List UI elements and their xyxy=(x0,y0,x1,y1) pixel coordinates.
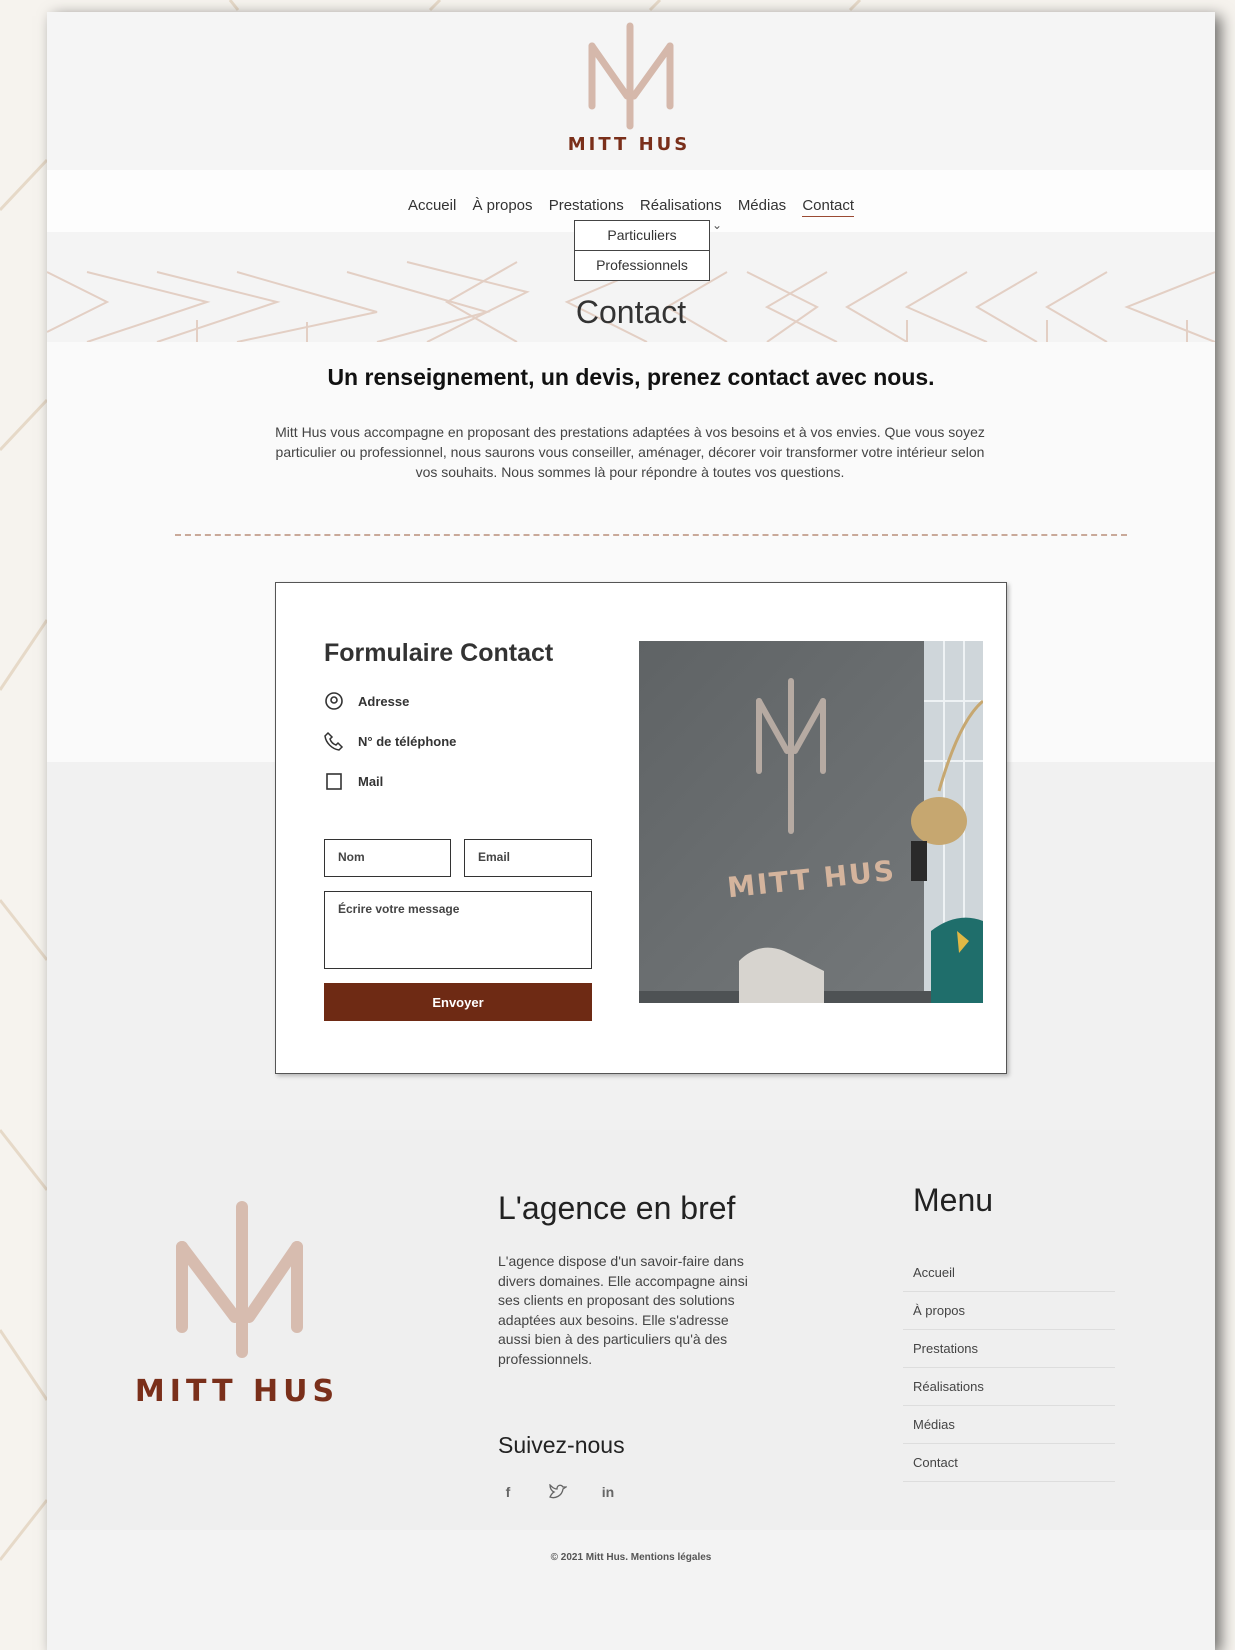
address-row: Adresse xyxy=(324,691,409,711)
logo-name[interactable]: MITT HUS xyxy=(519,134,739,155)
page-title: Contact xyxy=(575,294,687,330)
footer-menu-item-medias[interactable]: Médias xyxy=(903,1406,1115,1444)
nav-item-medias[interactable]: Médias xyxy=(738,197,786,214)
footer-menu-title: Menu xyxy=(913,1182,994,1218)
social-links: f in xyxy=(498,1482,618,1502)
footer-menu-item-realisations[interactable]: Réalisations xyxy=(903,1368,1115,1406)
intro-headline: Un renseignement, un devis, prenez conta… xyxy=(327,364,935,390)
main-nav: Accueil À propos Prestations Réalisation… xyxy=(47,197,1215,217)
email-input[interactable]: Email xyxy=(464,839,592,877)
name-input[interactable]: Nom xyxy=(324,839,451,877)
footer-menu-item-accueil[interactable]: Accueil xyxy=(903,1254,1115,1292)
footer-menu: Accueil À propos Prestations Réalisation… xyxy=(903,1254,1115,1482)
mail-row: Mail xyxy=(324,771,383,791)
phone-icon xyxy=(324,731,344,751)
location-pin-icon xyxy=(324,691,344,711)
nav-item-accueil[interactable]: Accueil xyxy=(408,197,456,214)
follow-title: Suivez-nous xyxy=(498,1432,625,1458)
footer-menu-item-a-propos[interactable]: À propos xyxy=(903,1292,1115,1330)
message-textarea[interactable]: Écrire votre message xyxy=(324,891,592,969)
mail-label: Mail xyxy=(358,773,384,789)
mail-icon xyxy=(324,771,344,791)
dropdown-item-professionnels[interactable]: Professionnels xyxy=(574,250,710,281)
nav-dropdown: Particuliers Professionnels xyxy=(574,220,710,281)
about-title: L'agence en bref xyxy=(498,1190,736,1226)
nav-item-realisations[interactable]: Réalisations xyxy=(640,197,722,214)
address-label: Adresse xyxy=(358,693,410,709)
phone-label: N° de téléphone xyxy=(358,733,457,749)
footer-menu-item-prestations[interactable]: Prestations xyxy=(903,1330,1115,1368)
linkedin-icon[interactable]: in xyxy=(598,1482,618,1502)
copyright[interactable]: © 2021 Mitt Hus. Mentions légales xyxy=(47,1552,1215,1563)
send-button[interactable]: Envoyer xyxy=(324,983,592,1021)
footer-menu-item-contact[interactable]: Contact xyxy=(903,1444,1115,1482)
dropdown-item-particuliers[interactable]: Particuliers xyxy=(574,220,710,251)
intro-text: Mitt Hus vous accompagne en proposant de… xyxy=(275,424,985,480)
contact-card: Formulaire Contact Adresse N° de télépho… xyxy=(275,582,1007,1074)
form-title: Formulaire Contact xyxy=(324,639,554,667)
nav-item-contact[interactable]: Contact xyxy=(802,197,855,217)
page: MITT HUS Accueil À propos Prestations Ré… xyxy=(47,12,1215,1650)
phone-row: N° de téléphone xyxy=(324,731,456,751)
nav-item-a-propos[interactable]: À propos xyxy=(472,197,532,214)
office-photo: MITT HUS xyxy=(639,641,983,1003)
dashed-divider xyxy=(175,534,1127,536)
about-text: L'agence dispose d'un savoir-faire dans … xyxy=(498,1253,748,1367)
nav-item-prestations[interactable]: Prestations xyxy=(549,197,624,214)
facebook-icon[interactable]: f xyxy=(498,1482,518,1502)
footer-logo-name[interactable]: MITT HUS xyxy=(127,1374,347,1409)
chevron-down-icon[interactable]: ⌄ xyxy=(712,218,722,232)
twitter-icon[interactable] xyxy=(548,1482,568,1502)
